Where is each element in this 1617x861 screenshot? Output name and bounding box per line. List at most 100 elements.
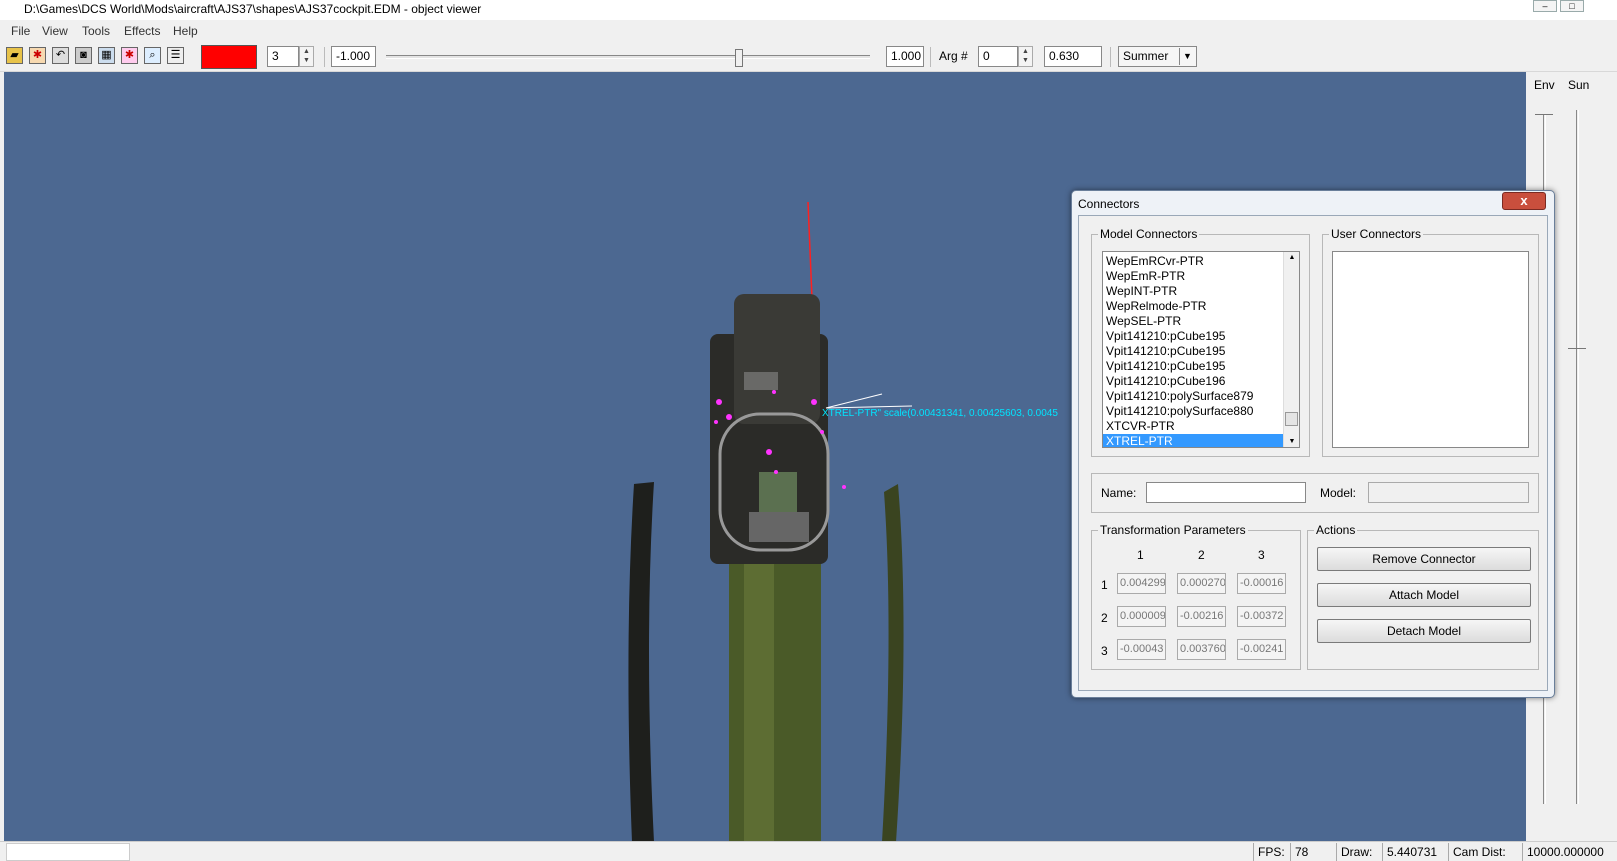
arg-slider-thumb[interactable] bbox=[735, 49, 743, 67]
toolbar: ▰ ✱ ↶ ◙ ▦ ✱ ⌕ ☰ 3 ▲ ▼ -1.000 1.000 Arg # … bbox=[0, 41, 1617, 72]
season-select[interactable]: Summer ▼ bbox=[1118, 46, 1197, 67]
open-folder-icon[interactable]: ▰ bbox=[6, 47, 23, 64]
properties-icon[interactable]: ☰ bbox=[167, 47, 184, 64]
user-connectors-list[interactable] bbox=[1332, 251, 1529, 448]
remove-connector-button[interactable]: Remove Connector bbox=[1317, 547, 1531, 571]
status-bar: FPS: 78 Draw: 5.440731 Cam Dist: 10000.0… bbox=[0, 841, 1617, 861]
env-slider-thumb[interactable] bbox=[1535, 114, 1553, 120]
draw-value: 5.440731 bbox=[1382, 843, 1448, 861]
sun-slider-thumb[interactable] bbox=[1568, 348, 1586, 354]
figure-icon[interactable]: ✱ bbox=[29, 47, 46, 64]
menu-effects[interactable]: Effects bbox=[124, 24, 160, 38]
matrix-cell[interactable]: 0.000009 bbox=[1117, 606, 1166, 627]
wireframe-icon[interactable]: ▦ bbox=[98, 47, 115, 64]
cam-dist-label: Cam Dist: bbox=[1448, 843, 1510, 861]
actions-label: Actions bbox=[1314, 523, 1358, 537]
list-scrollbar[interactable]: ▲ ▼ bbox=[1283, 252, 1299, 447]
detach-model-button[interactable]: Detach Model bbox=[1317, 619, 1531, 643]
matrix-cell[interactable]: -0.00241 bbox=[1237, 639, 1286, 660]
scroll-up-icon[interactable]: ▲ bbox=[1284, 254, 1299, 261]
menu-view[interactable]: View bbox=[42, 24, 68, 38]
menu-help[interactable]: Help bbox=[173, 24, 198, 38]
list-item[interactable]: Vpit141210:pCube195 bbox=[1103, 329, 1283, 344]
name-label: Name: bbox=[1101, 486, 1137, 500]
arg-spinner[interactable]: ▲ ▼ bbox=[1018, 46, 1033, 67]
menu-bar: File View Tools Effects Help bbox=[0, 21, 1617, 41]
separator bbox=[930, 47, 931, 67]
title-bar: D:\Games\DCS World\Mods\aircraft\AJS37\s… bbox=[0, 0, 1617, 20]
arg-input[interactable]: 0 bbox=[978, 46, 1018, 67]
camera-icon[interactable]: ◙ bbox=[75, 47, 92, 64]
col-header: 1 bbox=[1137, 548, 1144, 562]
list-item[interactable]: WepEmRCvr-PTR bbox=[1103, 254, 1283, 269]
min-value-field[interactable]: -1.000 bbox=[331, 46, 376, 67]
list-item[interactable]: XTCVR-PTR bbox=[1103, 419, 1283, 434]
close-button[interactable]: x bbox=[1502, 192, 1546, 210]
menu-file[interactable]: File bbox=[11, 24, 30, 38]
dialog-body: Model Connectors WepEmRCvr-PTR WepEmR-PTR… bbox=[1078, 215, 1548, 691]
model-label: Model: bbox=[1320, 486, 1357, 500]
arg-slider-track[interactable] bbox=[386, 55, 870, 59]
lod-spinner[interactable]: ▲ ▼ bbox=[299, 46, 314, 67]
row-header: 1 bbox=[1101, 578, 1108, 592]
connector-annotation: XTREL-PTR" scale(0.00431341, 0.00425603,… bbox=[822, 408, 1058, 419]
list-item[interactable]: WepINT-PTR bbox=[1103, 284, 1283, 299]
list-item[interactable]: Vpit141210:pCube195 bbox=[1103, 344, 1283, 359]
dialog-title: Connectors bbox=[1078, 197, 1140, 211]
scroll-thumb[interactable] bbox=[1285, 412, 1298, 426]
user-connectors-label: User Connectors bbox=[1329, 227, 1424, 241]
fps-value: 78 bbox=[1290, 843, 1336, 861]
actions-group: Actions Remove Connector Attach Model De… bbox=[1307, 523, 1539, 670]
undo-icon[interactable]: ↶ bbox=[52, 47, 69, 64]
draw-label: Draw: bbox=[1336, 843, 1376, 861]
attach-model-button[interactable]: Attach Model bbox=[1317, 583, 1531, 607]
name-input[interactable] bbox=[1146, 482, 1306, 503]
matrix-cell[interactable]: -0.00016 bbox=[1237, 573, 1286, 594]
max-value-field[interactable]: 1.000 bbox=[886, 46, 924, 67]
sun-slider-track[interactable] bbox=[1576, 110, 1579, 804]
matrix-cell[interactable]: -0.00216 bbox=[1177, 606, 1226, 627]
name-model-group: Name: Model: bbox=[1091, 473, 1539, 513]
model-connectors-list[interactable]: WepEmRCvr-PTR WepEmR-PTR WepINT-PTR WepRelm… bbox=[1102, 251, 1300, 448]
list-item[interactable]: XTREL-PTR bbox=[1103, 434, 1283, 447]
user-connectors-group: User Connectors bbox=[1322, 227, 1539, 457]
close-icon: x bbox=[1520, 193, 1528, 208]
list-item[interactable]: WepEmR-PTR bbox=[1103, 269, 1283, 284]
lod-input[interactable]: 3 bbox=[267, 46, 299, 67]
matrix-cell[interactable]: -0.00372 bbox=[1237, 606, 1286, 627]
model-connectors-label: Model Connectors bbox=[1098, 227, 1200, 241]
scroll-down-icon[interactable]: ▼ bbox=[1284, 438, 1299, 445]
minimize-button[interactable]: – bbox=[1533, 0, 1557, 12]
menu-tools[interactable]: Tools bbox=[82, 24, 110, 38]
matrix-cell[interactable]: 0.003760 bbox=[1177, 639, 1226, 660]
chevron-down-icon[interactable]: ▼ bbox=[1179, 48, 1195, 65]
env-label: Env bbox=[1534, 78, 1555, 92]
matrix-cell[interactable]: 0.004299 bbox=[1117, 573, 1166, 594]
fps-label: FPS: bbox=[1253, 843, 1289, 861]
row-header: 2 bbox=[1101, 611, 1108, 625]
row-header: 3 bbox=[1101, 644, 1108, 658]
list-item[interactable]: Vpit141210:pCube196 bbox=[1103, 374, 1283, 389]
skeleton-icon[interactable]: ✱ bbox=[121, 47, 138, 64]
zoom-icon[interactable]: ⌕ bbox=[144, 47, 161, 64]
window-title: D:\Games\DCS World\Mods\aircraft\AJS37\s… bbox=[24, 2, 482, 16]
list-item[interactable]: WepRelmode-PTR bbox=[1103, 299, 1283, 314]
list-item[interactable]: WepSEL-PTR bbox=[1103, 314, 1283, 329]
model-connectors-group: Model Connectors WepEmRCvr-PTR WepEmR-PTR… bbox=[1091, 227, 1310, 457]
transformation-label: Transformation Parameters bbox=[1098, 523, 1248, 537]
list-item[interactable]: Vpit141210:polySurface880 bbox=[1103, 404, 1283, 419]
connectors-dialog: Connectors x Model Connectors WepEmRCvr-… bbox=[1071, 190, 1555, 698]
list-item[interactable]: Vpit141210:polySurface879 bbox=[1103, 389, 1283, 404]
model-input bbox=[1368, 482, 1529, 503]
separator bbox=[1110, 47, 1111, 67]
maximize-button[interactable]: □ bbox=[1560, 0, 1584, 12]
status-message bbox=[6, 843, 130, 861]
matrix-cell[interactable]: 0.000270 bbox=[1177, 573, 1226, 594]
separator bbox=[324, 47, 325, 67]
cam-dist-value: 10000.000000 bbox=[1522, 843, 1617, 861]
transformation-group: Transformation Parameters 1 2 3 1 2 3 0.… bbox=[1091, 523, 1301, 670]
arg-float-field[interactable]: 0.630 bbox=[1044, 46, 1102, 67]
matrix-cell[interactable]: -0.00043 bbox=[1117, 639, 1166, 660]
list-item[interactable]: Vpit141210:pCube195 bbox=[1103, 359, 1283, 374]
color-swatch[interactable] bbox=[201, 45, 257, 69]
